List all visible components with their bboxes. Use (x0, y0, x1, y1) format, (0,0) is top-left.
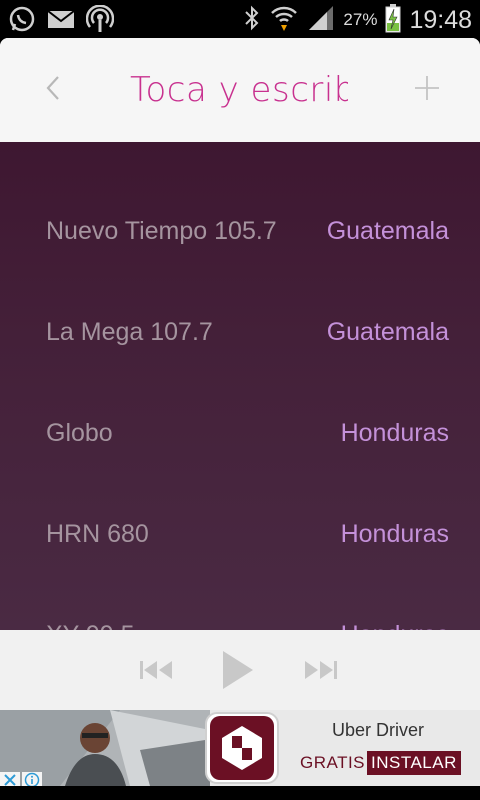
bluetooth-icon (243, 4, 261, 36)
list-item[interactable]: La Mega 107.7 Guatemala (0, 302, 480, 362)
station-country: Guatemala (326, 317, 449, 346)
page-title: Toca y escribe (130, 70, 348, 110)
player-controls (0, 630, 480, 710)
play-icon (220, 648, 256, 696)
skip-next-icon (303, 656, 339, 688)
battery-percent: 27% (343, 10, 378, 29)
ad-banner[interactable]: Uber Driver GRATIS INSTALAR (0, 710, 480, 786)
bottom-strip (0, 786, 480, 800)
clock: 19:48 (409, 5, 472, 34)
system-icons: 27% 19:48 (243, 3, 472, 37)
ad-title: Uber Driver (331, 720, 424, 740)
station-name: Globo (46, 418, 113, 447)
mail-icon (46, 5, 76, 37)
ad-gratis-label: GRATIS (300, 753, 366, 772)
skip-previous-icon (138, 656, 174, 688)
list-item[interactable]: Nuevo Tiempo 105.7 Guatemala (0, 201, 480, 261)
battery-icon (385, 3, 401, 37)
play-button[interactable] (220, 648, 256, 696)
title-container: Toca y escribe (130, 66, 348, 114)
close-icon[interactable] (0, 772, 20, 786)
notification-icons (8, 4, 115, 37)
signal-icon (307, 4, 335, 36)
list-item[interactable]: Globo Honduras (0, 403, 480, 463)
list-item[interactable]: HRN 680 Honduras (0, 504, 480, 564)
station-name: HRN 680 (46, 519, 149, 548)
app-window: Toca y escribe Nuevo Tiempo 105.7 Guatem… (0, 38, 480, 710)
podcast-icon (85, 4, 115, 37)
ad-choices (0, 772, 42, 786)
station-country: Guatemala (326, 216, 449, 245)
status-bar: 27% 19:48 (0, 0, 480, 38)
station-name: La Mega 107.7 (46, 317, 213, 346)
next-button[interactable] (303, 656, 339, 688)
station-name: XY 99.5 (46, 621, 135, 631)
whatsapp-icon (8, 5, 36, 37)
list-item[interactable]: XY 99.5 Honduras (0, 605, 480, 631)
install-button[interactable]: INSTALAR (367, 751, 461, 775)
station-list[interactable]: Nuevo Tiempo 105.7 Guatemala La Mega 107… (0, 142, 480, 630)
station-country: Honduras (341, 621, 449, 631)
station-name: Nuevo Tiempo 105.7 (46, 216, 277, 245)
info-icon[interactable] (22, 772, 42, 786)
station-country: Honduras (340, 418, 449, 447)
add-button[interactable] (412, 68, 442, 112)
back-button[interactable] (38, 68, 68, 112)
header: Toca y escribe (0, 38, 480, 142)
station-country: Honduras (340, 519, 449, 548)
wifi-icon (269, 3, 299, 37)
uber-logo (205, 712, 279, 784)
chevron-left-icon (45, 74, 61, 106)
plus-icon (413, 74, 441, 106)
previous-button[interactable] (138, 656, 174, 688)
